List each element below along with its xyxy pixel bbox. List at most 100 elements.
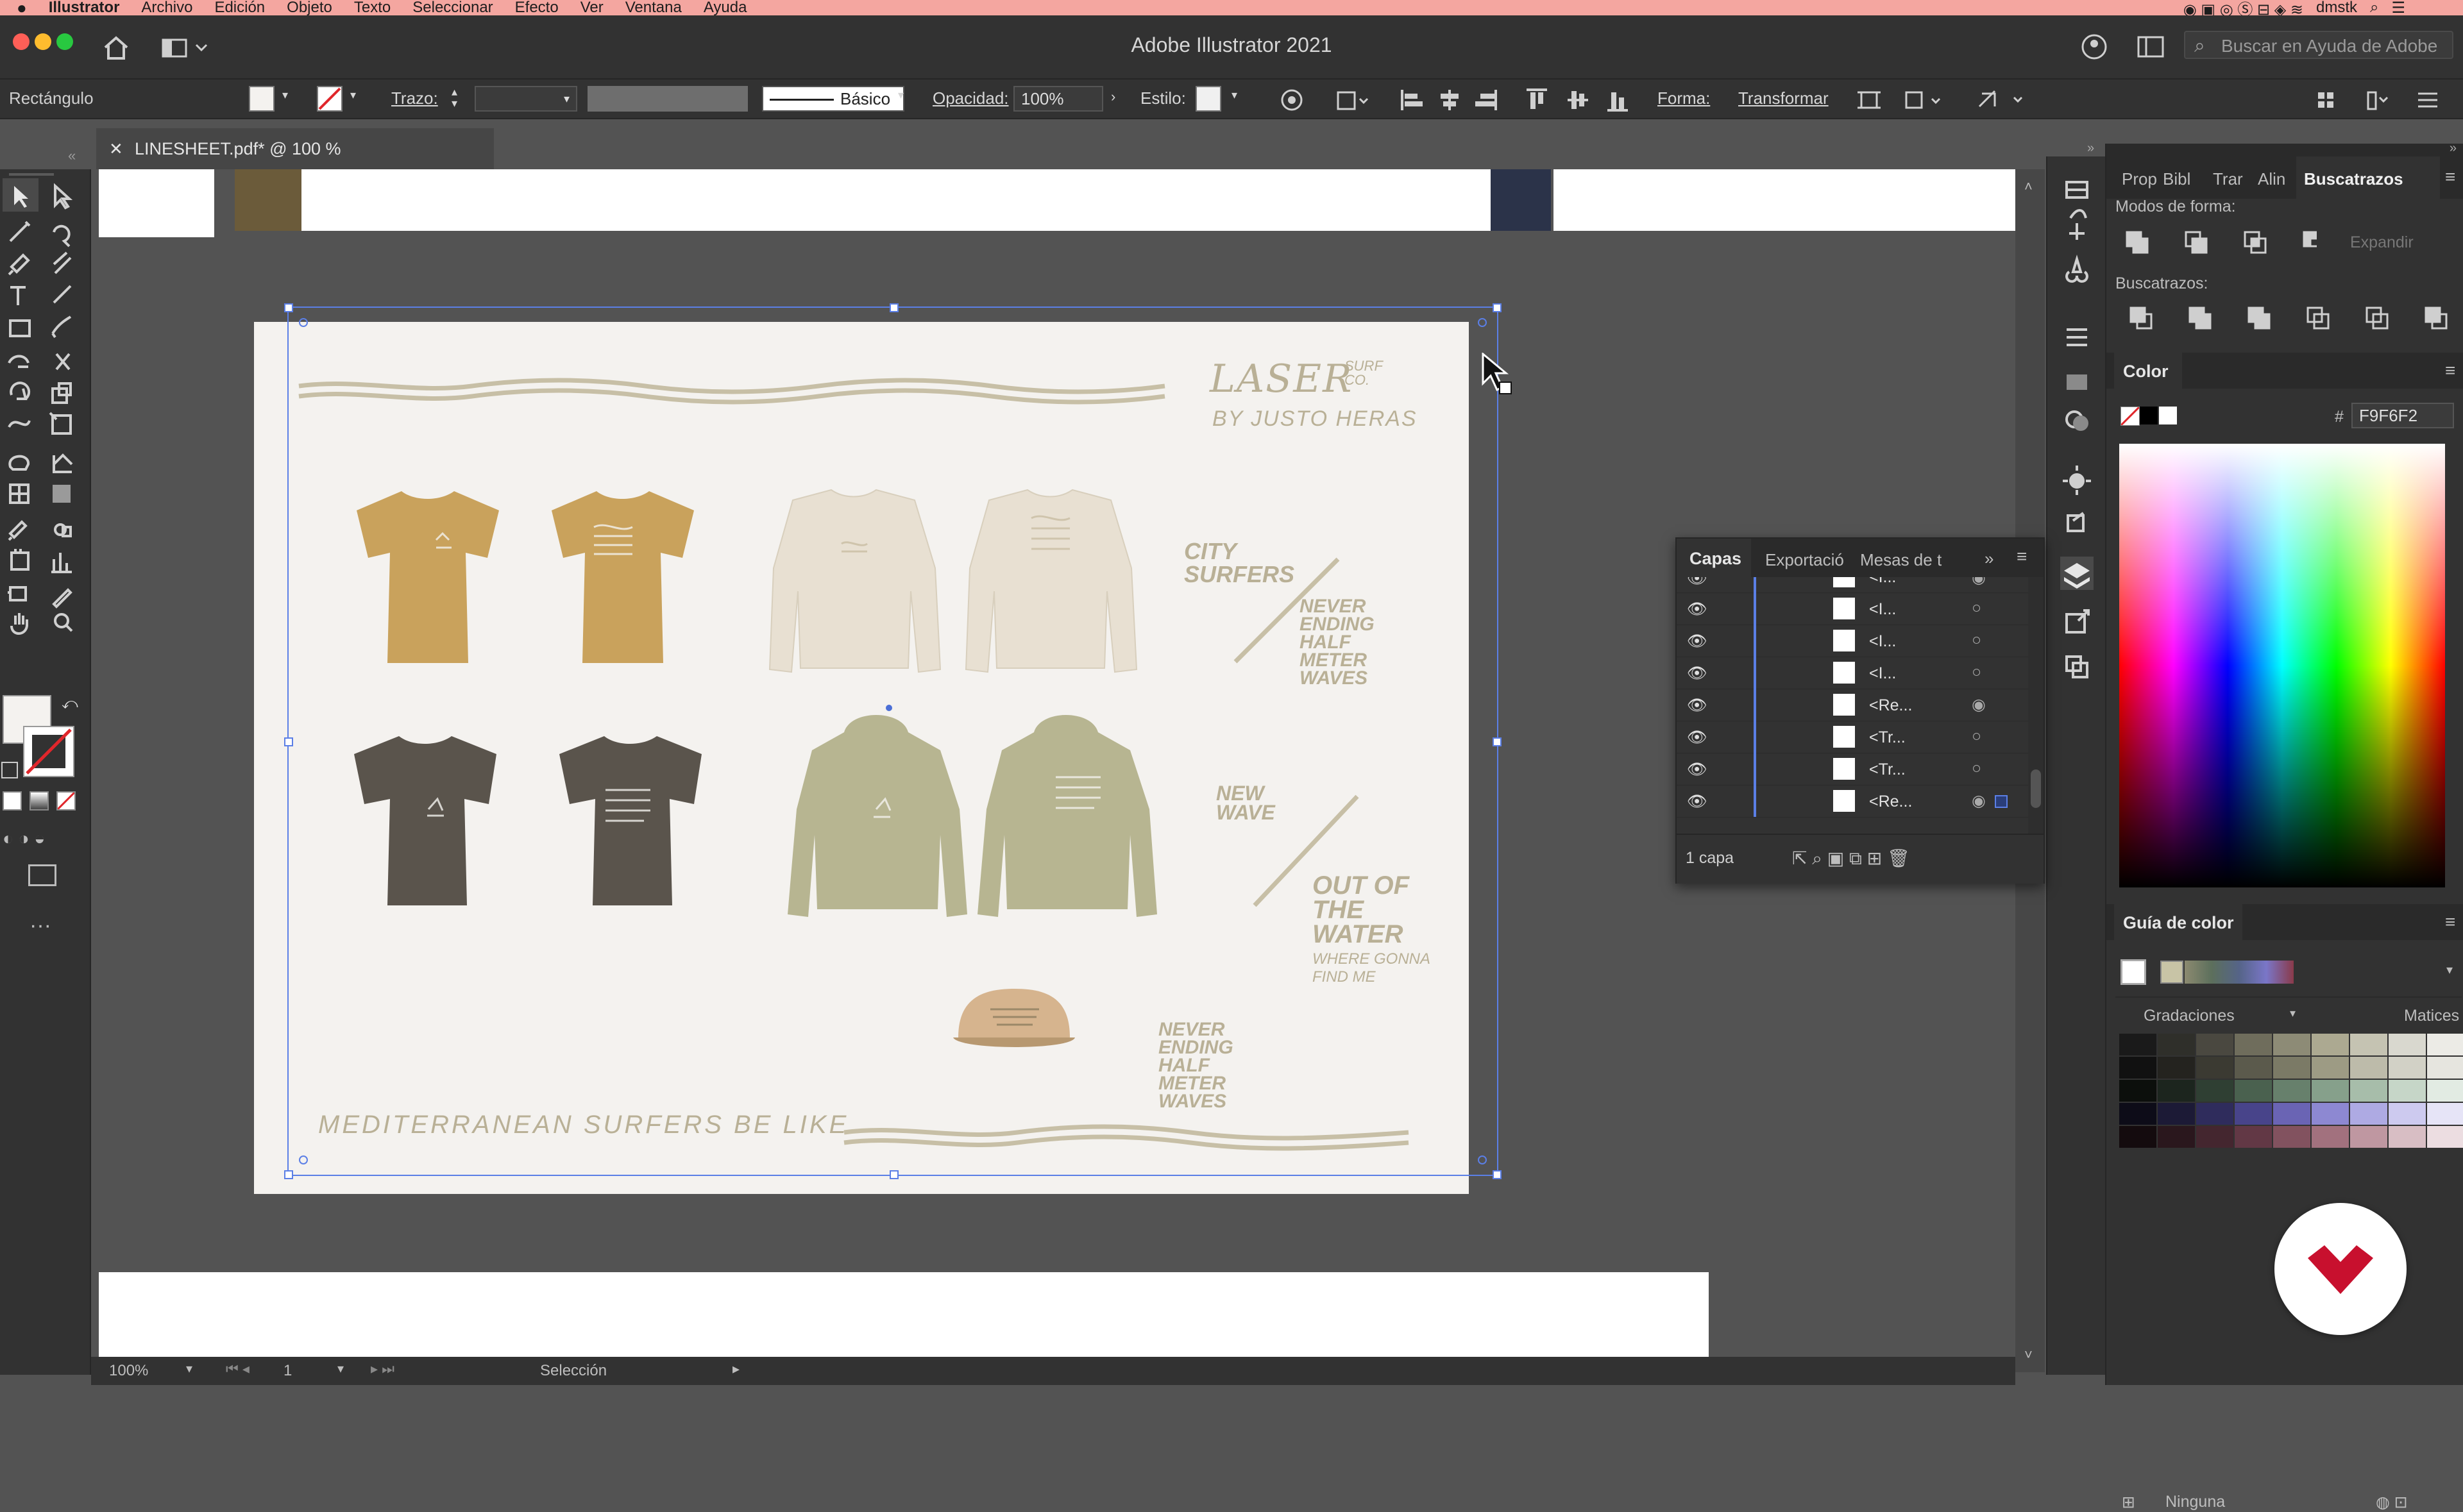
- menu-archivo[interactable]: Archivo: [141, 0, 192, 15]
- color-white-swatch[interactable]: [2159, 407, 2177, 424]
- menu-objeto[interactable]: Objeto: [287, 0, 332, 15]
- more-options-icon[interactable]: [1976, 87, 2033, 113]
- corner-widget[interactable]: [299, 1155, 308, 1164]
- isolate-icon[interactable]: [1856, 87, 1882, 113]
- layer-name[interactable]: <Re...: [1869, 793, 1912, 811]
- tab-color-guide[interactable]: Guía de color: [2114, 904, 2242, 940]
- scroll-down-icon[interactable]: ˅: [2024, 1347, 2033, 1363]
- layer-name[interactable]: <Re...: [1869, 696, 1912, 715]
- apple-icon[interactable]: ●: [17, 0, 27, 16]
- swap-fill-stroke-icon[interactable]: ⤺: [62, 695, 78, 713]
- menu-edicion[interactable]: Edición: [214, 0, 265, 15]
- color-black-swatch[interactable]: [2140, 407, 2158, 424]
- fill-swatch[interactable]: [249, 86, 275, 112]
- close-tab-icon[interactable]: ✕: [109, 128, 123, 169]
- menu-seleccionar[interactable]: Seleccionar: [412, 0, 493, 15]
- tab-pathfinder-active[interactable]: Buscatrazos: [2296, 156, 2440, 199]
- artboard-number[interactable]: 1: [284, 1362, 292, 1380]
- stroke-label[interactable]: Trazo:: [391, 88, 438, 108]
- resize-handle[interactable]: [1493, 303, 1502, 312]
- gradient-mode-icon[interactable]: [30, 791, 49, 811]
- harmony-dropdown-icon[interactable]: ▾: [2446, 962, 2453, 978]
- tab-layers[interactable]: Capas: [1677, 539, 1751, 577]
- edit-colors-icon[interactable]: ◍ ⊡: [2376, 1493, 2408, 1512]
- stroke-color-box[interactable]: [23, 726, 74, 777]
- expand-button[interactable]: Expandir: [2350, 233, 2414, 252]
- layer-name[interactable]: <I...: [1869, 664, 1896, 683]
- spotlight-icon[interactable]: ⌕: [2370, 0, 2378, 17]
- dock-header[interactable]: »: [2106, 141, 2463, 156]
- visibility-eye-icon[interactable]: 👁: [1687, 728, 1707, 747]
- more-tabs-icon[interactable]: »: [1985, 549, 1993, 569]
- resize-handle[interactable]: [284, 737, 293, 746]
- base-color-swatch[interactable]: [2120, 959, 2146, 985]
- tab-properties[interactable]: Prop: [2122, 169, 2157, 189]
- target-icon[interactable]: ○: [1972, 663, 1981, 682]
- menu-app[interactable]: Illustrator: [49, 0, 120, 15]
- menubar-user[interactable]: dmstk: [2316, 0, 2357, 17]
- artboard-top[interactable]: [235, 169, 1551, 231]
- visibility-eye-icon[interactable]: 👁: [1687, 600, 1707, 619]
- corner-widget[interactable]: [1478, 1155, 1487, 1164]
- none-mode-icon[interactable]: [56, 791, 76, 811]
- layer-name[interactable]: <I...: [1869, 600, 1896, 619]
- harmony-rule-swatches[interactable]: [2185, 961, 2294, 984]
- menu-efecto[interactable]: Efecto: [515, 0, 559, 15]
- visibility-eye-icon[interactable]: 👁: [1687, 664, 1707, 683]
- layer-name[interactable]: <I...: [1869, 632, 1896, 651]
- target-icon[interactable]: ◉: [1972, 791, 1986, 811]
- visibility-eye-icon[interactable]: 👁: [1687, 632, 1707, 651]
- artboard-top-left[interactable]: [99, 169, 214, 237]
- opacity-expand-icon[interactable]: ›: [1111, 88, 1115, 105]
- layer-row[interactable]: 👁 <Tr... ○: [1677, 753, 2028, 785]
- pathfinder-buttons[interactable]: [2128, 305, 2455, 333]
- edit-toolbar-icon[interactable]: ···: [30, 913, 51, 938]
- resize-handle[interactable]: [284, 1170, 293, 1179]
- style-dropdown-icon[interactable]: ▾: [1232, 88, 1237, 102]
- control-center-icon[interactable]: ☰: [2391, 0, 2405, 17]
- recolor-artwork-icon[interactable]: [1279, 87, 1305, 113]
- layer-name[interactable]: <Tr...: [1869, 728, 1906, 747]
- layer-row[interactable]: 👁 <I... ○: [1677, 625, 2028, 657]
- align-to-icon[interactable]: [1335, 87, 1371, 113]
- layers-scroll-thumb[interactable]: [2031, 769, 2041, 808]
- visibility-eye-icon[interactable]: 👁: [1687, 577, 1707, 588]
- variable-width-profile[interactable]: [588, 86, 748, 112]
- shape-label[interactable]: Forma:: [1657, 88, 1710, 108]
- layer-row[interactable]: 👁 <I... ○: [1677, 657, 2028, 689]
- selection-bounding-box[interactable]: [284, 303, 1502, 1179]
- color-panel-menu-icon[interactable]: ≡: [2445, 360, 2455, 381]
- drawing-mode-icons[interactable]: ◐ ◑ ◒: [3, 828, 45, 849]
- resize-handle[interactable]: [1493, 737, 1502, 746]
- panel-grip[interactable]: [9, 173, 54, 176]
- menu-ayuda[interactable]: Ayuda: [704, 0, 747, 15]
- target-icon[interactable]: ○: [1972, 759, 1981, 778]
- visibility-eye-icon[interactable]: 👁: [1687, 760, 1707, 779]
- fill-dropdown-icon[interactable]: ▾: [282, 88, 288, 102]
- zoom-level[interactable]: 100%: [109, 1362, 148, 1380]
- layers-list[interactable]: 👁 <I... ◉ 👁 <I... ○ 👁 <I... ○ 👁 <I... ○: [1677, 577, 2028, 834]
- align-buttons-icon[interactable]: [1398, 86, 1629, 114]
- color-variations-grid[interactable]: [2119, 1034, 2463, 1149]
- document-tab[interactable]: ✕ LINESHEET.pdf* @ 100 % (RGB/Previsuali…: [96, 128, 494, 199]
- menu-ver[interactable]: Ver: [580, 0, 604, 15]
- stroke-swatch[interactable]: [317, 86, 343, 112]
- resize-handle[interactable]: [890, 1170, 899, 1179]
- target-icon[interactable]: ○: [1972, 727, 1981, 746]
- tab-align[interactable]: Alin: [2258, 169, 2285, 189]
- layer-row[interactable]: 👁 <I... ◉: [1677, 577, 2028, 593]
- layer-row[interactable]: 👁 <Re... ◉: [1677, 689, 2028, 721]
- resize-handle[interactable]: [890, 303, 899, 312]
- guide-settings-icon[interactable]: ⊞: [2122, 1493, 2135, 1512]
- panel-menu-icon[interactable]: ≡: [2445, 167, 2455, 187]
- color-mode-icon[interactable]: [3, 791, 22, 811]
- help-search-input[interactable]: ⌕ Buscar en Ayuda de Adobe: [2184, 31, 2453, 59]
- layers-menu-icon[interactable]: ≡: [2017, 546, 2027, 567]
- color-none-swatch[interactable]: [2120, 407, 2140, 426]
- zoom-dropdown-icon[interactable]: ▾: [186, 1361, 192, 1377]
- scroll-up-icon[interactable]: ˄: [2024, 178, 2033, 195]
- resize-handle[interactable]: [1493, 1170, 1502, 1179]
- stroke-weight-stepper[interactable]: ▴ ▾: [452, 86, 457, 109]
- layer-row[interactable]: 👁 <Re... ◉: [1677, 785, 2028, 818]
- selection-indicator[interactable]: [1995, 795, 2008, 808]
